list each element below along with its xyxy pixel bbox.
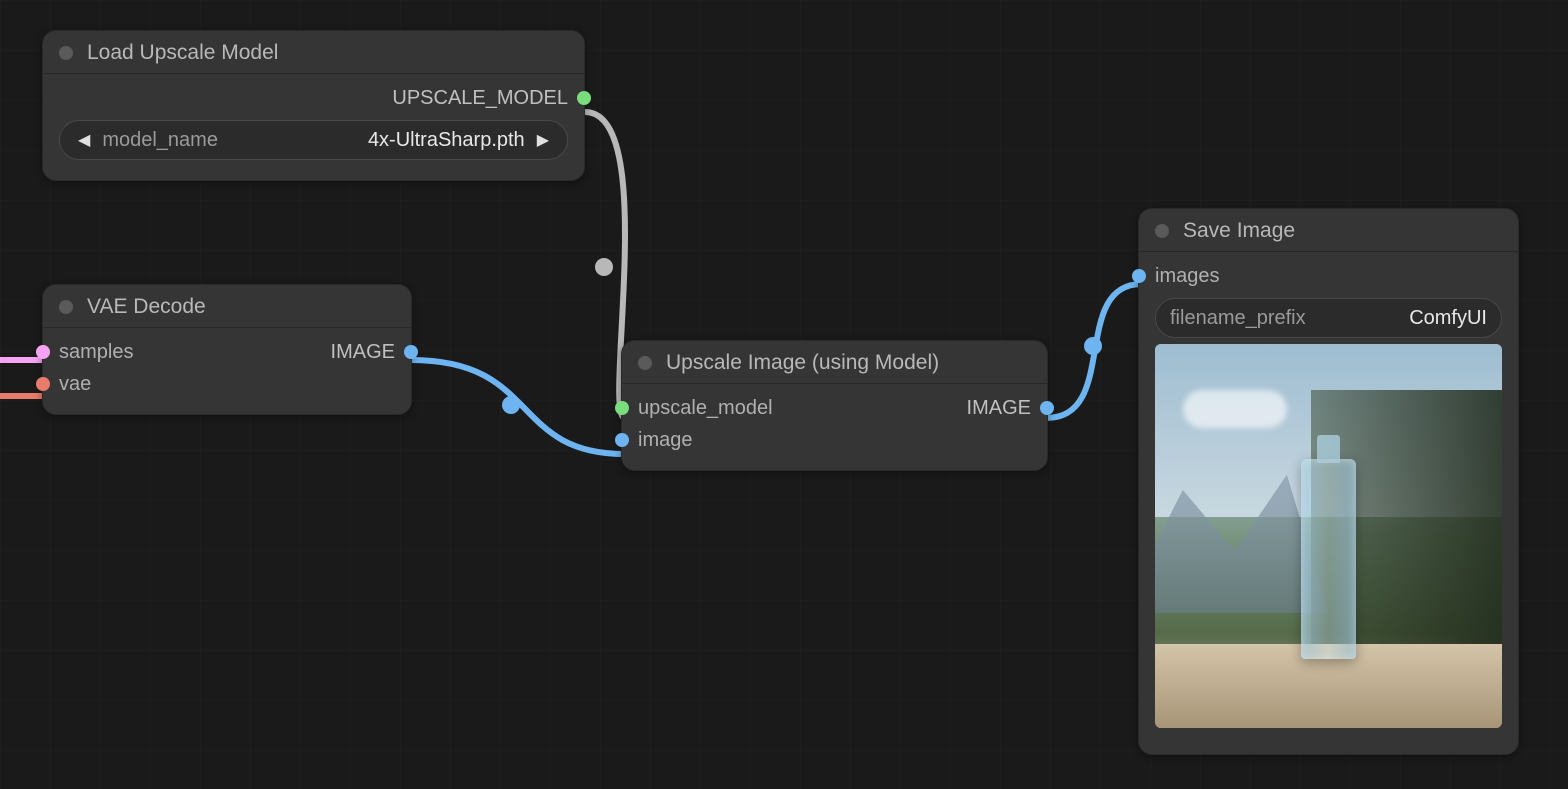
input-upscale-model-label: upscale_model <box>638 397 773 420</box>
node-graph-canvas[interactable]: Load Upscale Model UPSCALE_MODEL ◀ model… <box>0 0 1568 789</box>
output-port-image[interactable] <box>404 345 418 359</box>
input-images-label: images <box>1155 265 1219 288</box>
input-port-vae[interactable] <box>36 377 50 391</box>
input-port-images[interactable] <box>1132 269 1146 283</box>
widget-value: 4x-UltraSharp.pth <box>368 129 525 152</box>
output-port-upscale-model[interactable] <box>577 91 591 105</box>
widget-filename-prefix[interactable]: filename_prefix ComfyUI <box>1155 298 1502 338</box>
widget-model-name[interactable]: ◀ model_name 4x-UltraSharp.pth ▶ <box>59 120 568 160</box>
chevron-right-icon[interactable]: ▶ <box>533 130 553 150</box>
input-image-label: image <box>638 429 692 452</box>
output-image-preview[interactable] <box>1155 344 1502 728</box>
collapse-icon[interactable] <box>59 46 73 60</box>
node-upscale-image[interactable]: Upscale Image (using Model) upscale_mode… <box>621 340 1048 471</box>
node-header[interactable]: Upscale Image (using Model) <box>622 341 1047 384</box>
widget-label: filename_prefix <box>1170 307 1306 330</box>
node-header[interactable]: Load Upscale Model <box>43 31 584 74</box>
widget-label: model_name <box>102 129 218 152</box>
output-port-image[interactable] <box>1040 401 1054 415</box>
node-title: Load Upscale Model <box>87 41 278 65</box>
node-header[interactable]: VAE Decode <box>43 285 411 328</box>
input-samples-label: samples <box>59 341 133 364</box>
node-title: Save Image <box>1183 219 1295 243</box>
node-load-upscale-model[interactable]: Load Upscale Model UPSCALE_MODEL ◀ model… <box>42 30 585 181</box>
collapse-icon[interactable] <box>638 356 652 370</box>
node-vae-decode[interactable]: VAE Decode samples IMAGE vae <box>42 284 412 415</box>
collapse-icon[interactable] <box>59 300 73 314</box>
input-port-upscale-model[interactable] <box>615 401 629 415</box>
input-port-samples[interactable] <box>36 345 50 359</box>
output-image-label: IMAGE <box>331 341 395 364</box>
input-port-image[interactable] <box>615 433 629 447</box>
node-save-image[interactable]: Save Image images filename_prefix ComfyU… <box>1138 208 1519 755</box>
node-header[interactable]: Save Image <box>1139 209 1518 252</box>
input-vae-label: vae <box>59 373 91 396</box>
node-title: Upscale Image (using Model) <box>666 351 939 375</box>
widget-value: ComfyUI <box>1409 307 1487 330</box>
output-upscale-model-label: UPSCALE_MODEL <box>392 87 568 110</box>
collapse-icon[interactable] <box>1155 224 1169 238</box>
chevron-left-icon[interactable]: ◀ <box>74 130 94 150</box>
output-image-label: IMAGE <box>967 397 1031 420</box>
node-title: VAE Decode <box>87 295 206 319</box>
